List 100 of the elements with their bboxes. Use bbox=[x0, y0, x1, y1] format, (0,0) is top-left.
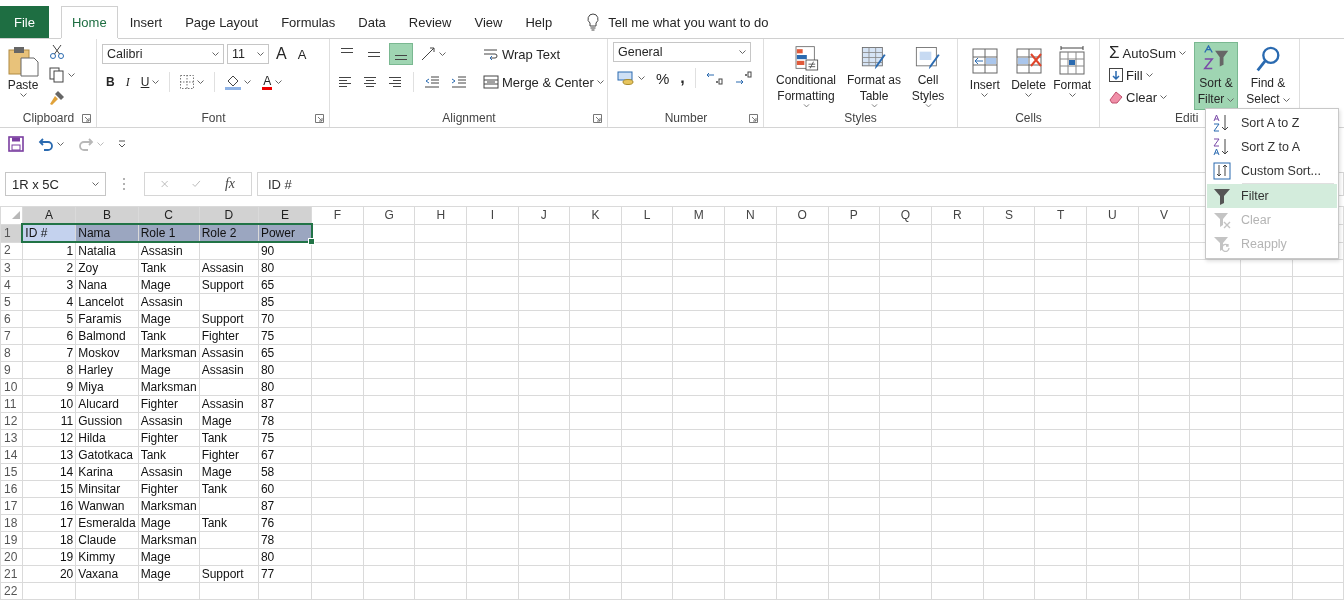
paste-button[interactable]: Paste bbox=[5, 42, 41, 110]
grow-font-button[interactable]: A bbox=[272, 43, 291, 65]
comma-button[interactable]: , bbox=[676, 67, 689, 89]
ribbon-tab[interactable]: Review bbox=[397, 6, 463, 38]
caret-icon bbox=[1145, 73, 1153, 77]
group-label: Cells bbox=[1014, 111, 1043, 125]
caret-icon bbox=[1160, 95, 1168, 99]
table-cell: 87 bbox=[258, 395, 312, 413]
column-header[interactable]: N bbox=[724, 206, 777, 224]
column-header[interactable]: L bbox=[621, 206, 673, 224]
ribbon-tab[interactable]: View bbox=[463, 6, 514, 38]
ribbon-tab[interactable]: Data bbox=[347, 6, 397, 38]
wrap-text-button[interactable]: Wrap Text bbox=[479, 42, 608, 66]
column-header[interactable]: U bbox=[1086, 206, 1139, 224]
file-tab[interactable]: File bbox=[0, 6, 49, 38]
underline-button[interactable]: U bbox=[136, 71, 164, 93]
table-cell: Marksman bbox=[138, 344, 200, 362]
caret-icon bbox=[1282, 97, 1290, 102]
table-cell: Support bbox=[199, 565, 259, 583]
column-header[interactable]: J bbox=[518, 206, 570, 224]
copy-icon bbox=[49, 67, 65, 83]
table-cell: 58 bbox=[258, 463, 312, 481]
menu-item[interactable]: Sort Z to A bbox=[1207, 135, 1337, 159]
table-cell: Miya bbox=[75, 378, 139, 396]
save-icon[interactable] bbox=[8, 136, 24, 152]
insert-cells-button[interactable]: Insert bbox=[963, 42, 1007, 110]
number-format-field[interactable]: General bbox=[613, 42, 751, 62]
dialog-launcher-icon[interactable] bbox=[82, 113, 91, 123]
table-cell: 76 bbox=[258, 514, 312, 532]
caret-icon bbox=[97, 142, 104, 146]
column-header[interactable]: R bbox=[931, 206, 984, 224]
menu-item[interactable]: Filter bbox=[1207, 184, 1337, 208]
table-cell: Assasin bbox=[199, 259, 259, 277]
conditional-formatting-button[interactable]: Conditional Formatting bbox=[769, 42, 843, 110]
clear-button[interactable]: Clear bbox=[1105, 86, 1190, 108]
column-header[interactable]: Q bbox=[879, 206, 932, 224]
ribbon-tab[interactable]: Help bbox=[514, 6, 564, 38]
merge-center-button[interactable]: Merge & Center bbox=[479, 70, 608, 94]
delete-cells-button[interactable]: Delete bbox=[1006, 42, 1051, 110]
column-header[interactable]: O bbox=[776, 206, 828, 224]
column-header[interactable]: D bbox=[199, 206, 259, 224]
insert-function-button[interactable]: fx bbox=[224, 176, 235, 192]
name-box[interactable]: 1R x 5C bbox=[5, 172, 106, 196]
sort-filter-button[interactable]: Sort & Filter bbox=[1194, 42, 1238, 110]
ribbon-tab[interactable]: Page Layout bbox=[174, 6, 270, 38]
ribbon-tab[interactable]: Insert bbox=[118, 6, 174, 38]
format-as-table-button[interactable]: Format as Table bbox=[843, 42, 905, 110]
column-header[interactable]: P bbox=[828, 206, 880, 224]
dialog-launcher-icon[interactable] bbox=[593, 113, 602, 123]
customize-icon[interactable] bbox=[118, 140, 126, 148]
tell-me-field[interactable]: Tell me what you want to do bbox=[608, 14, 785, 30]
wrap-icon bbox=[483, 46, 499, 62]
column-header[interactable]: I bbox=[466, 206, 518, 224]
shrink-font-button[interactable]: A bbox=[293, 43, 311, 65]
font-size-field[interactable]: 11 bbox=[227, 44, 269, 64]
redo-icon bbox=[78, 137, 94, 151]
cell-styles-button[interactable]: Cell Styles bbox=[905, 42, 951, 110]
column-header[interactable]: G bbox=[363, 206, 415, 224]
ribbon-tab[interactable]: Formulas bbox=[270, 6, 347, 38]
check-icon[interactable] bbox=[192, 178, 201, 190]
fill-button[interactable]: Fill bbox=[1105, 64, 1190, 86]
caret-icon bbox=[596, 80, 604, 84]
eraser-icon bbox=[1109, 90, 1123, 104]
dialog-launcher-icon[interactable] bbox=[749, 113, 758, 123]
column-header[interactable]: H bbox=[414, 206, 467, 224]
table-cell: Mage bbox=[138, 514, 200, 532]
table-cell: Fighter bbox=[199, 327, 259, 345]
font-color-button[interactable]: A bbox=[258, 71, 287, 93]
table-cell: 90 bbox=[258, 242, 312, 260]
column-header[interactable]: V bbox=[1138, 206, 1190, 224]
find-select-button[interactable]: Find & Select bbox=[1242, 42, 1294, 110]
column-header[interactable]: F bbox=[311, 206, 364, 224]
format-cells-button[interactable]: Format bbox=[1050, 42, 1094, 110]
menu-item[interactable]: Sort A to Z bbox=[1207, 111, 1337, 135]
column-header[interactable]: M bbox=[672, 206, 725, 224]
align-lines-icon bbox=[395, 55, 407, 60]
column-header[interactable]: A bbox=[22, 206, 76, 224]
column-header[interactable]: K bbox=[569, 206, 622, 224]
bottom-align-button[interactable] bbox=[389, 43, 413, 65]
table-cell: Minsitar bbox=[75, 480, 139, 498]
italic-button[interactable]: I bbox=[121, 71, 134, 93]
group-label: Styles bbox=[843, 111, 878, 125]
column-header[interactable]: E bbox=[258, 206, 312, 224]
caret-icon bbox=[981, 93, 989, 97]
undo-button[interactable] bbox=[38, 137, 64, 151]
decimal-arrow-icon bbox=[734, 70, 753, 86]
table-cell: Balmond bbox=[75, 327, 139, 345]
table-cell: Mage bbox=[138, 276, 200, 294]
dialog-launcher-icon[interactable] bbox=[315, 113, 324, 123]
column-header[interactable]: B bbox=[75, 206, 139, 224]
column-header[interactable]: T bbox=[1034, 206, 1087, 224]
font-name-field[interactable]: Calibri bbox=[102, 44, 224, 64]
percent-button[interactable]: % bbox=[652, 67, 674, 89]
bold-button[interactable]: B bbox=[102, 71, 119, 93]
table-cell: 19 bbox=[22, 548, 76, 566]
column-header[interactable]: C bbox=[138, 206, 200, 224]
table-cell: Support bbox=[199, 276, 259, 294]
autosum-button[interactable]: Σ AutoSum bbox=[1105, 42, 1190, 64]
column-header[interactable]: S bbox=[983, 206, 1035, 224]
ribbon-tab[interactable]: Home bbox=[60, 6, 118, 38]
